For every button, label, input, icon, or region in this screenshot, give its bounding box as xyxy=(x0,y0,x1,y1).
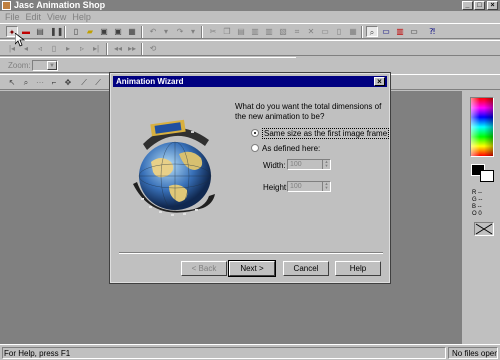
zoom-tool-icon[interactable]: ⌕ xyxy=(20,77,32,88)
zoom-select[interactable]: ▼ xyxy=(32,60,58,71)
radio-same-size[interactable] xyxy=(251,129,259,137)
paste-after-icon[interactable]: ▥ xyxy=(263,26,275,37)
option-defined-label: As defined here: xyxy=(262,144,321,153)
step-back-icon[interactable]: ◃ xyxy=(34,43,46,54)
close-button[interactable]: × xyxy=(487,1,498,10)
menu-file[interactable]: File xyxy=(2,11,23,23)
menu-edit[interactable]: Edit xyxy=(23,11,45,23)
step-forward-icon[interactable]: ▹ xyxy=(76,43,88,54)
option-defined[interactable]: As defined here: xyxy=(251,144,320,153)
paste-before-icon[interactable]: ▥ xyxy=(249,26,261,37)
blue-readout: B -- xyxy=(472,204,482,210)
palette-icon[interactable]: ▥ xyxy=(394,26,406,37)
opacity-readout: O 0 xyxy=(472,211,482,217)
height-value: 100 xyxy=(290,183,302,190)
menu-help[interactable]: Help xyxy=(69,11,94,23)
paste-into-icon[interactable]: ▧ xyxy=(277,26,289,37)
status-files-text: No files open xyxy=(448,347,498,359)
main-toolbar: ✦ ▬ ▤ ❚❚ ▯ ▰ ▣ ▣ ▦ ↶ ▾ ↷ ▾ ✂ ❐ ▤ ▥ ▥ ▧ ⌗… xyxy=(0,23,500,39)
red-readout: R -- xyxy=(472,190,482,196)
app-title: Jasc Animation Shop xyxy=(14,0,106,10)
undo-dropdown-icon[interactable]: ▾ xyxy=(160,26,172,37)
chevron-down-icon[interactable]: ▼ xyxy=(47,61,57,70)
dialog-divider xyxy=(119,252,383,254)
loop-icon[interactable]: ⟲ xyxy=(147,43,159,54)
context-help-icon[interactable]: ⁈ xyxy=(426,26,438,37)
height-label: Height: xyxy=(263,183,289,192)
rewind-icon[interactable]: ◂◂ xyxy=(112,43,124,54)
minimize-button[interactable]: _ xyxy=(462,1,473,10)
cancel-button[interactable]: Cancel xyxy=(283,261,329,276)
frame-wizard-icon[interactable]: ▤ xyxy=(34,26,46,37)
paste-icon[interactable]: ▤ xyxy=(235,26,247,37)
view-frames-icon[interactable]: ▭ xyxy=(380,26,392,37)
frame-toolbar: |◂ ◂ ◃ ▯ ▸ ▹ ▸| ◂◂ ▸▸ ⟲ xyxy=(0,40,500,56)
print-icon[interactable]: ▦ xyxy=(126,26,138,37)
properties-icon[interactable]: ▭ xyxy=(319,26,331,37)
status-bar: For Help, press F1 No files open xyxy=(0,344,500,360)
marquee-icon[interactable]: ⋯ xyxy=(34,77,46,88)
menu-bar: File Edit View Help xyxy=(0,11,500,23)
move-icon[interactable]: ✥ xyxy=(62,77,74,88)
height-stepper-icon[interactable]: ▲ ▼ xyxy=(322,182,330,191)
radio-defined[interactable] xyxy=(251,144,259,152)
save-icon[interactable]: ▣ xyxy=(98,26,110,37)
dropper-icon[interactable]: ⌐ xyxy=(48,77,60,88)
delete-icon[interactable]: ✕ xyxy=(305,26,317,37)
maximize-button[interactable]: □ xyxy=(474,1,485,10)
transparent-color-icon[interactable] xyxy=(474,222,494,236)
app-icon xyxy=(2,1,11,10)
fast-forward-icon[interactable]: ▸▸ xyxy=(126,43,138,54)
last-frame-icon[interactable]: ▸| xyxy=(90,43,102,54)
cut-icon[interactable]: ✂ xyxy=(207,26,219,37)
pause-icon[interactable]: ❚❚ xyxy=(50,26,63,37)
paint-brush-icon[interactable]: ⟋ xyxy=(78,77,90,88)
width-value: 100 xyxy=(290,161,302,168)
redo-icon[interactable]: ↷ xyxy=(174,26,186,37)
dimension-question: What do you want the total dimensions of… xyxy=(235,102,382,121)
arrow-select-icon[interactable]: ↖ xyxy=(6,77,18,88)
next-button[interactable]: Next > xyxy=(228,260,276,277)
option-same-size-label: Same size as the first image frame xyxy=(262,128,390,139)
insert-frame-icon[interactable]: ▯ xyxy=(333,26,345,37)
color-spectrum[interactable] xyxy=(470,97,494,157)
back-button[interactable]: < Back xyxy=(181,261,227,276)
undo-icon[interactable]: ↶ xyxy=(147,26,159,37)
save-as-icon[interactable]: ▣ xyxy=(112,26,124,37)
zoom-toolbar: Zoom: ▼ xyxy=(0,57,296,73)
help-button[interactable]: Help xyxy=(335,261,381,276)
status-help-text: For Help, press F1 xyxy=(2,347,446,359)
color-readout: R -- G -- B -- O 0 xyxy=(472,190,482,218)
background-color-swatch[interactable] xyxy=(480,170,494,182)
new-file-icon[interactable]: ▯ xyxy=(70,26,82,37)
green-readout: G -- xyxy=(472,197,483,203)
option-same-size[interactable]: Same size as the first image frame xyxy=(251,128,390,139)
animation-wizard-dialog: Animation Wizard × What do you want the … xyxy=(109,72,391,284)
play-icon[interactable]: ▸ xyxy=(62,43,74,54)
select-all-icon[interactable]: ▦ xyxy=(347,26,359,37)
dialog-close-button[interactable]: × xyxy=(374,77,385,86)
crop-icon[interactable]: ⌗ xyxy=(291,26,303,37)
app-title-bar: Jasc Animation Shop _ □ × xyxy=(0,0,500,11)
stop-icon[interactable]: ▯ xyxy=(48,43,60,54)
eraser-icon[interactable]: ⟋ xyxy=(92,77,104,88)
menu-view[interactable]: View xyxy=(44,11,69,23)
dialog-title-bar: Animation Wizard × xyxy=(113,76,387,87)
width-spinner[interactable]: 100 ▲ ▼ xyxy=(287,159,331,170)
copy-icon[interactable]: ❐ xyxy=(221,26,233,37)
height-spinner[interactable]: 100 ▲ ▼ xyxy=(287,181,331,192)
zoom-icon[interactable]: ⌕ xyxy=(366,26,378,37)
open-folder-icon[interactable]: ▰ xyxy=(84,26,96,37)
zoom-label: Zoom: xyxy=(8,61,31,70)
width-stepper-icon[interactable]: ▲ ▼ xyxy=(322,160,330,169)
toolbar-toggle-icon[interactable]: ▭ xyxy=(408,26,420,37)
width-label: Width: xyxy=(263,161,286,170)
globe-film-illustration xyxy=(133,119,215,216)
mouse-cursor-icon xyxy=(15,33,25,47)
dialog-title: Animation Wizard xyxy=(116,77,184,86)
redo-dropdown-icon[interactable]: ▾ xyxy=(187,26,199,37)
